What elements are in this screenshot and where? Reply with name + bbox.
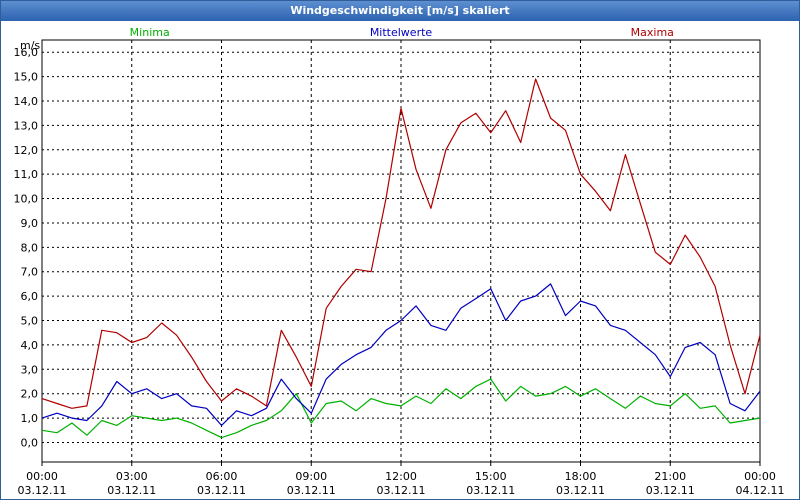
y-tick-label: 6,0 bbox=[21, 290, 39, 303]
x-tick-label-date: 03.12.11 bbox=[107, 484, 156, 497]
x-tick-label-time: 00:00 bbox=[26, 470, 58, 483]
y-tick-label: 3,0 bbox=[21, 363, 39, 376]
x-tick-label-time: 21:00 bbox=[654, 470, 686, 483]
x-tick-label-time: 03:00 bbox=[116, 470, 148, 483]
y-tick-label: 16,0 bbox=[14, 46, 39, 59]
x-tick-label-time: 12:00 bbox=[385, 470, 417, 483]
x-tick-label-time: 15:00 bbox=[475, 470, 507, 483]
x-tick-label-date: 03.12.11 bbox=[646, 484, 695, 497]
y-tick-label: 10,0 bbox=[14, 193, 39, 206]
y-tick-label: 4,0 bbox=[21, 339, 39, 352]
y-tick-label: 9,0 bbox=[21, 217, 39, 230]
y-tick-label: 11,0 bbox=[14, 168, 39, 181]
y-tick-label: 15,0 bbox=[14, 71, 39, 84]
x-tick-label-date: 03.12.11 bbox=[287, 484, 336, 497]
y-tick-label: 12,0 bbox=[14, 144, 39, 157]
y-tick-label: 14,0 bbox=[14, 95, 39, 108]
legend-entry-maxima: Maxima bbox=[631, 26, 674, 39]
axis-layer: 00:0003.12.1103:0003.12.1106:0003.12.110… bbox=[14, 39, 785, 497]
y-tick-label: 7,0 bbox=[21, 266, 39, 279]
y-tick-label: 5,0 bbox=[21, 315, 39, 328]
x-tick-label-time: 18:00 bbox=[565, 470, 597, 483]
x-tick-label-date: 03.12.11 bbox=[377, 484, 426, 497]
x-tick-label-date: 03.12.11 bbox=[556, 484, 605, 497]
legend-entry-mittelwerte: Mittelwerte bbox=[370, 26, 433, 39]
x-tick-label-date: 03.12.11 bbox=[18, 484, 67, 497]
legend-entry-minima: Minima bbox=[130, 26, 170, 39]
x-tick-label-date: 04.12.11 bbox=[736, 484, 785, 497]
x-tick-label-time: 00:00 bbox=[744, 470, 776, 483]
x-tick-label-time: 06:00 bbox=[206, 470, 238, 483]
grid-layer bbox=[42, 40, 760, 462]
x-tick-label-date: 03.12.11 bbox=[466, 484, 515, 497]
legend: Minima Mittelwerte Maxima bbox=[130, 26, 674, 39]
y-tick-label: 8,0 bbox=[21, 241, 39, 254]
x-tick-label-time: 09:00 bbox=[295, 470, 327, 483]
x-tick-label-date: 03.12.11 bbox=[197, 484, 246, 497]
y-tick-label: 13,0 bbox=[14, 119, 39, 132]
y-tick-label: 0,0 bbox=[21, 436, 39, 449]
wind-speed-chart: m/s 00:0003.12.1103:0003.12.1106:0003.12… bbox=[14, 26, 785, 497]
y-tick-label: 2,0 bbox=[21, 388, 39, 401]
y-tick-label: 1,0 bbox=[21, 412, 39, 425]
